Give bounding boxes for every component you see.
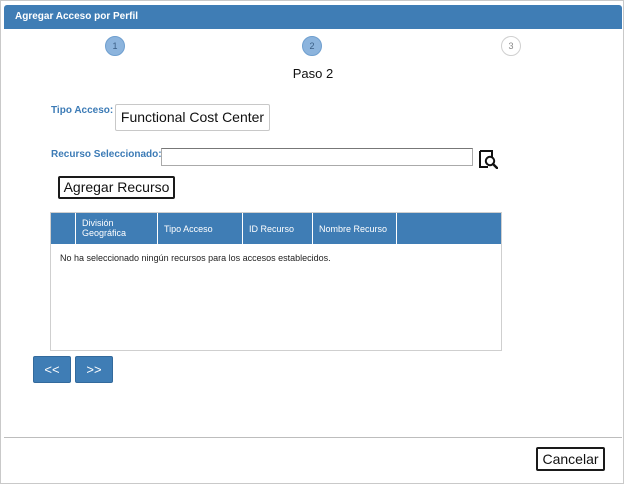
- column-header-nombre-recurso[interactable]: Nombre Recurso: [313, 213, 397, 244]
- cancel-button[interactable]: Cancelar: [536, 447, 605, 471]
- add-access-dialog: Agregar Acceso por Perfil 1 2 3 Paso 2 T…: [0, 0, 624, 484]
- step-title: Paso 2: [292, 66, 334, 81]
- column-header-extra: [397, 213, 501, 244]
- recurso-seleccionado-input[interactable]: [161, 148, 473, 166]
- tipo-acceso-label: Tipo Acceso:: [51, 105, 114, 116]
- step-indicator-2: 2: [302, 36, 322, 56]
- column-header-select: [51, 213, 76, 244]
- table-empty-message: No ha seleccionado ningún recursos para …: [60, 253, 331, 263]
- dialog-title: Agregar Acceso por Perfil: [4, 5, 622, 29]
- step-indicator-3: 3: [501, 36, 521, 56]
- resources-table: División Geográfica Tipo Acceso ID Recur…: [50, 212, 502, 351]
- step-indicator-1: 1: [105, 36, 125, 56]
- recurso-seleccionado-label: Recurso Seleccionado:: [51, 149, 162, 160]
- previous-step-button[interactable]: <<: [33, 356, 71, 383]
- column-header-id-recurso[interactable]: ID Recurso: [243, 213, 313, 244]
- tipo-acceso-select[interactable]: Functional Cost Center: [115, 104, 270, 131]
- magnifier-lookup-icon[interactable]: [478, 149, 499, 170]
- column-header-tipo-acceso[interactable]: Tipo Acceso: [158, 213, 243, 244]
- table-header: División Geográfica Tipo Acceso ID Recur…: [51, 213, 501, 244]
- footer-divider: [4, 437, 622, 438]
- next-step-button[interactable]: >>: [75, 356, 113, 383]
- agregar-recurso-button[interactable]: Agregar Recurso: [58, 176, 175, 199]
- column-header-division-geografica[interactable]: División Geográfica: [76, 213, 158, 244]
